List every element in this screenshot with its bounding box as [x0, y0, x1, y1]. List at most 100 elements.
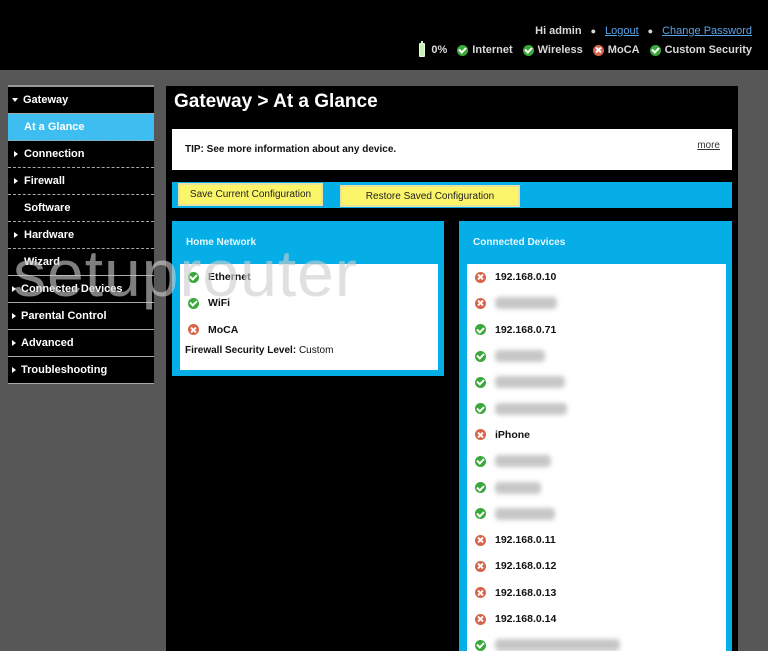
- device-list-item[interactable]: [467, 290, 726, 316]
- status-label: MoCA: [607, 44, 640, 56]
- home-network-item-wifi: WiFi: [180, 290, 438, 316]
- caret-right-icon: [14, 151, 18, 157]
- device-list-item[interactable]: [467, 395, 726, 421]
- sidebar-nav: Gateway At a Glance Connection Firewall …: [8, 85, 154, 384]
- separator-dot: ●: [647, 26, 654, 36]
- home-network-panel: Home Network Ethernet WiFi MoCA Firewall…: [172, 221, 444, 376]
- redacted-device-name: [495, 455, 551, 468]
- sidebar-item-label: Gateway: [23, 94, 69, 106]
- check-icon: [475, 482, 486, 494]
- device-name: 192.168.0.10: [495, 271, 557, 284]
- home-network-list: Ethernet WiFi MoCA Firewall Security Lev…: [180, 264, 438, 370]
- sidebar-item-parental-control[interactable]: Parental Control: [8, 303, 154, 330]
- panel-title: Connected Devices: [473, 237, 566, 248]
- home-network-item-ethernet: Ethernet: [180, 264, 438, 290]
- sidebar-item-troubleshooting[interactable]: Troubleshooting: [8, 357, 154, 384]
- logout-link[interactable]: Logout: [605, 25, 639, 37]
- sidebar-item-hardware[interactable]: Hardware: [8, 222, 154, 249]
- redacted-device-name: [495, 402, 567, 415]
- error-x-icon: [475, 613, 486, 625]
- redacted-device-name: [495, 376, 565, 389]
- main-content: Gateway > At a Glance TIP: See more info…: [166, 86, 738, 651]
- redacted-device-name: [495, 481, 541, 494]
- battery-percent: 0%: [431, 44, 448, 56]
- sidebar-item-gateway[interactable]: Gateway: [8, 87, 154, 114]
- sidebar-item-label: Connected Devices: [21, 283, 123, 295]
- device-list-item[interactable]: 192.168.0.14: [467, 606, 726, 632]
- redacted-device-name: [495, 350, 545, 363]
- sidebar-item-label: Advanced: [21, 337, 74, 349]
- more-link[interactable]: more: [697, 140, 720, 151]
- redacted-device-name: [495, 507, 555, 520]
- caret-right-icon: [12, 367, 16, 373]
- device-list-item[interactable]: [467, 632, 726, 651]
- change-password-link[interactable]: Change Password: [662, 25, 752, 37]
- caret-right-icon: [12, 340, 16, 346]
- status-moca: MoCA: [592, 44, 640, 56]
- home-network-item-moca: MoCA: [180, 317, 438, 343]
- device-list-item[interactable]: 192.168.0.12: [467, 553, 726, 579]
- status-wireless: Wireless: [522, 44, 583, 56]
- battery-icon: [419, 41, 426, 57]
- device-name: 192.168.0.14: [495, 613, 557, 625]
- device-list-item[interactable]: [467, 474, 726, 500]
- device-list-item[interactable]: [467, 501, 726, 527]
- sidebar-item-label: Firewall: [24, 175, 65, 187]
- sidebar-item-connected-devices[interactable]: Connected Devices: [8, 276, 154, 303]
- error-x-icon: [592, 44, 604, 56]
- save-configuration-button[interactable]: Save Current Configuration: [178, 183, 323, 206]
- device-list-item[interactable]: 192.168.0.11: [467, 527, 726, 553]
- device-list-item[interactable]: 192.168.0.71: [467, 317, 726, 343]
- caret-down-icon: [12, 98, 18, 102]
- device-list-item[interactable]: 192.168.0.13: [467, 580, 726, 606]
- sidebar-item-label: Parental Control: [21, 310, 107, 322]
- error-x-icon: [475, 429, 486, 441]
- check-icon: [475, 508, 486, 520]
- item-label: Ethernet: [208, 271, 251, 284]
- device-list-item[interactable]: [467, 369, 726, 395]
- item-label: WiFi: [208, 297, 231, 310]
- device-name: 192.168.0.71: [495, 323, 557, 336]
- check-icon: [475, 639, 486, 651]
- status-security: Custom Security: [649, 44, 752, 56]
- sidebar-item-at-a-glance[interactable]: At a Glance: [8, 114, 154, 141]
- tip-text: TIP: See more information about any devi…: [185, 144, 397, 155]
- sidebar-item-software[interactable]: Software: [8, 195, 154, 222]
- connected-devices-list[interactable]: 192.168.0.10 192.168.0.71 iPhone 192.168.0.…: [467, 264, 726, 651]
- firewall-label: Firewall Security Level:: [185, 344, 297, 356]
- device-list-item[interactable]: iPhone: [467, 422, 726, 448]
- device-list-item[interactable]: [467, 448, 726, 474]
- caret-right-icon: [14, 232, 18, 238]
- status-bar: 0% Internet Wireless MoCA Custom Securit…: [409, 41, 752, 57]
- status-internet: Internet: [457, 44, 513, 56]
- check-icon: [475, 376, 486, 388]
- check-icon: [475, 455, 486, 467]
- device-name: iPhone: [495, 428, 531, 441]
- device-list-item[interactable]: 192.168.0.10: [467, 264, 726, 290]
- sidebar-item-label: Hardware: [24, 229, 75, 241]
- config-button-bar: Save Current Configuration Restore Saved…: [172, 182, 732, 208]
- check-icon: [188, 271, 199, 283]
- caret-right-icon: [12, 286, 16, 292]
- tip-box: TIP: See more information about any devi…: [172, 129, 732, 170]
- sidebar-item-label: Software: [24, 202, 71, 214]
- check-icon: [475, 403, 486, 415]
- sidebar-item-firewall[interactable]: Firewall: [8, 168, 154, 195]
- check-icon: [188, 297, 199, 309]
- sidebar-item-advanced[interactable]: Advanced: [8, 330, 154, 357]
- check-icon: [522, 44, 534, 56]
- caret-right-icon: [14, 178, 18, 184]
- sidebar-item-wizard[interactable]: Wizard: [8, 249, 154, 276]
- connected-devices-panel: Connected Devices 192.168.0.10 192.168.0.…: [459, 221, 732, 651]
- user-line: Hi admin ● Logout ● Change Password: [535, 25, 752, 37]
- check-icon: [475, 350, 486, 362]
- check-icon: [649, 44, 661, 56]
- item-label: MoCA: [208, 323, 239, 336]
- restore-configuration-button[interactable]: Restore Saved Configuration: [340, 185, 520, 207]
- sidebar-item-connection[interactable]: Connection: [8, 141, 154, 168]
- check-icon: [457, 44, 469, 56]
- device-list-item[interactable]: [467, 343, 726, 369]
- sidebar-item-label: Connection: [24, 148, 85, 160]
- redacted-device-name: [495, 639, 620, 651]
- page-title: Gateway > At a Glance: [174, 91, 378, 112]
